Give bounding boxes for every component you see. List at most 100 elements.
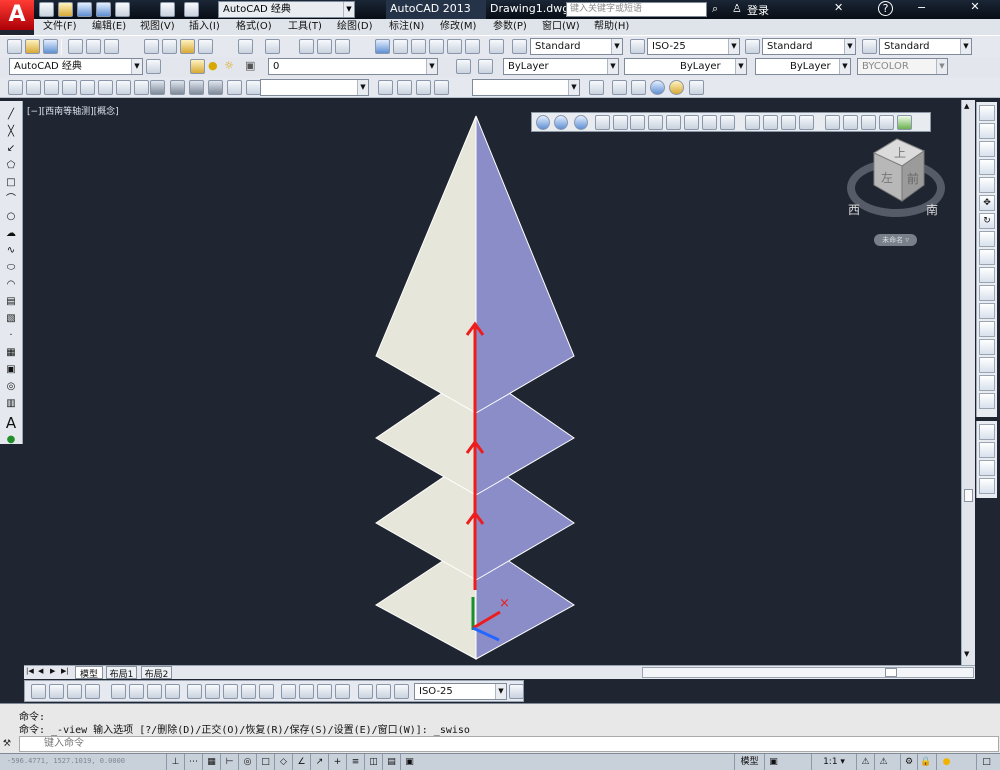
break-icon[interactable] <box>979 303 995 319</box>
markup-icon[interactable] <box>447 39 462 54</box>
ellipse-arc-icon[interactable]: ◠ <box>3 277 19 293</box>
clean-screen-icon[interactable]: □ <box>976 754 996 770</box>
visual-style-icon-1[interactable] <box>150 80 165 95</box>
visual-style-icon-3[interactable] <box>189 80 204 95</box>
search-icon[interactable]: ⌕ <box>712 2 718 16</box>
annotation-scale-icon[interactable]: 1:1 ▾ <box>811 754 856 770</box>
multileader-style-icon[interactable] <box>862 39 877 54</box>
dimension-toolbar-style-combo[interactable]: ISO-25 ▼ <box>414 683 507 700</box>
workspace-combo[interactable]: AutoCAD 经典 ▼ <box>218 1 355 18</box>
3d-object-snap-icon[interactable]: ◇ <box>274 754 292 770</box>
ortho-mode-icon[interactable]: ⊢ <box>220 754 238 770</box>
search-render-icon[interactable] <box>246 80 261 95</box>
line-icon[interactable]: ╱ <box>3 107 19 123</box>
infer-constraints-icon[interactable]: ⊥ <box>166 754 184 770</box>
help-toolbar-icon[interactable] <box>489 39 504 54</box>
polyline-icon[interactable]: ↙ <box>3 141 19 157</box>
copy-object-icon[interactable] <box>979 123 995 139</box>
insert-block-icon[interactable]: ▤ <box>3 294 19 310</box>
lock-ui-icon[interactable]: 🔒 <box>917 754 934 770</box>
erase-icon[interactable] <box>979 105 995 121</box>
last-layout-icon[interactable]: ▶| <box>61 667 69 675</box>
dimension-update-icon[interactable] <box>394 684 409 699</box>
quick-view-layouts-icon[interactable]: ▣ <box>764 754 782 770</box>
match-properties-icon[interactable] <box>198 39 213 54</box>
revision-cloud-icon[interactable]: ☁ <box>3 226 19 242</box>
plot-icon[interactable] <box>68 39 83 54</box>
menu-modify[interactable]: 修改(M) <box>440 19 476 35</box>
material-icon-3[interactable] <box>631 80 646 95</box>
open-icon[interactable] <box>25 39 40 54</box>
model-space-label[interactable]: 模型 <box>734 754 764 770</box>
view-tool-icon-1[interactable] <box>8 80 23 95</box>
zoom-window-icon[interactable] <box>335 39 350 54</box>
visual-style-icon-2[interactable] <box>170 80 185 95</box>
menu-window[interactable]: 窗口(W) <box>542 19 580 35</box>
dimension-edit-icon[interactable] <box>358 684 373 699</box>
arc-length-icon[interactable] <box>67 684 82 699</box>
plot-style-combo[interactable]: BYCOLOR ▼ <box>857 58 948 75</box>
quick-calc-icon[interactable] <box>465 39 480 54</box>
menu-file[interactable]: 文件(F) <box>43 19 77 35</box>
text-style-icon[interactable] <box>512 39 527 54</box>
material-icon-1[interactable] <box>589 80 604 95</box>
quick-access-redo-icon[interactable] <box>184 2 199 17</box>
polygon-icon[interactable]: ⬠ <box>3 158 19 174</box>
quick-properties-icon[interactable]: ▤ <box>382 754 400 770</box>
view-tool-icon-5[interactable] <box>80 80 95 95</box>
circle-icon[interactable]: ○ <box>3 209 19 225</box>
layer-sun-icon[interactable]: ☼ <box>224 59 234 72</box>
view-tool-icon-8[interactable] <box>134 80 149 95</box>
vertical-scrollbar[interactable]: ▲ ▼ <box>961 100 975 665</box>
zoom-icon-2[interactable] <box>397 80 412 95</box>
dimension-text-edit-icon[interactable] <box>376 684 391 699</box>
spline-icon[interactable]: ∿ <box>3 243 19 259</box>
rotate-icon[interactable]: ↻ <box>979 213 995 229</box>
material-icon-2[interactable] <box>612 80 627 95</box>
material-icon-6[interactable] <box>689 80 704 95</box>
menu-draw[interactable]: 绘图(D) <box>337 19 373 35</box>
menu-tools[interactable]: 工具(T) <box>288 19 322 35</box>
lineweight-combo[interactable]: ByLayer ▼ <box>755 58 851 75</box>
zoom-previous-icon[interactable] <box>434 80 449 95</box>
coordinates-display[interactable]: -596.4771, 1527.1019, 0.0000 <box>7 757 125 765</box>
fillet-icon[interactable] <box>979 357 995 373</box>
offset-icon[interactable] <box>979 159 995 175</box>
minimize-icon[interactable]: − <box>917 1 926 14</box>
continue-dimension-icon[interactable] <box>223 684 238 699</box>
menu-help[interactable]: 帮助(H) <box>594 19 629 35</box>
array-icon[interactable] <box>979 177 995 193</box>
ellipse-icon[interactable]: ⬭ <box>3 260 19 276</box>
gradient-icon[interactable]: ▣ <box>3 362 19 378</box>
close-window-icon[interactable]: ✕ <box>950 0 1000 18</box>
linear-dimension-icon[interactable] <box>31 684 46 699</box>
login-label[interactable]: 登录 <box>747 2 769 18</box>
camera-icon[interactable] <box>227 80 242 95</box>
construction-line-icon[interactable]: ╳ <box>3 124 19 140</box>
render-combo[interactable]: ▼ <box>260 79 369 96</box>
3d-stacked-pyramid-model[interactable]: × <box>24 100 961 665</box>
quick-access-open-icon[interactable] <box>58 2 73 17</box>
zoom-realtime-icon[interactable] <box>317 39 332 54</box>
layer-lock-icon[interactable]: ▣ <box>245 59 255 72</box>
view-tool-icon-6[interactable] <box>98 80 113 95</box>
model-tab[interactable]: 模型 <box>75 666 103 680</box>
make-block-icon[interactable]: ▧ <box>3 311 19 327</box>
linetype-combo[interactable]: ByLayer ▼ <box>624 58 747 75</box>
stretch-icon[interactable] <box>979 249 995 265</box>
ordinate-dimension-icon[interactable] <box>85 684 100 699</box>
quick-access-new-icon[interactable] <box>39 2 54 17</box>
publish-icon[interactable] <box>104 39 119 54</box>
polar-tracking-icon[interactable]: ◎ <box>238 754 256 770</box>
cut-icon[interactable] <box>144 39 159 54</box>
annotation-visibility-icon[interactable]: ⚠ <box>856 754 874 770</box>
redo-icon[interactable] <box>265 39 280 54</box>
dimension-break-icon[interactable] <box>259 684 274 699</box>
current-layer-combo[interactable]: 0 ▼ <box>268 58 438 75</box>
menu-insert[interactable]: 插入(I) <box>189 19 220 35</box>
first-layout-icon[interactable]: |◀ <box>26 667 34 675</box>
transparency-icon[interactable]: ◫ <box>364 754 382 770</box>
jogged-dimension-icon[interactable] <box>129 684 144 699</box>
view-tool-icon-2[interactable] <box>26 80 41 95</box>
properties-icon[interactable] <box>375 39 390 54</box>
